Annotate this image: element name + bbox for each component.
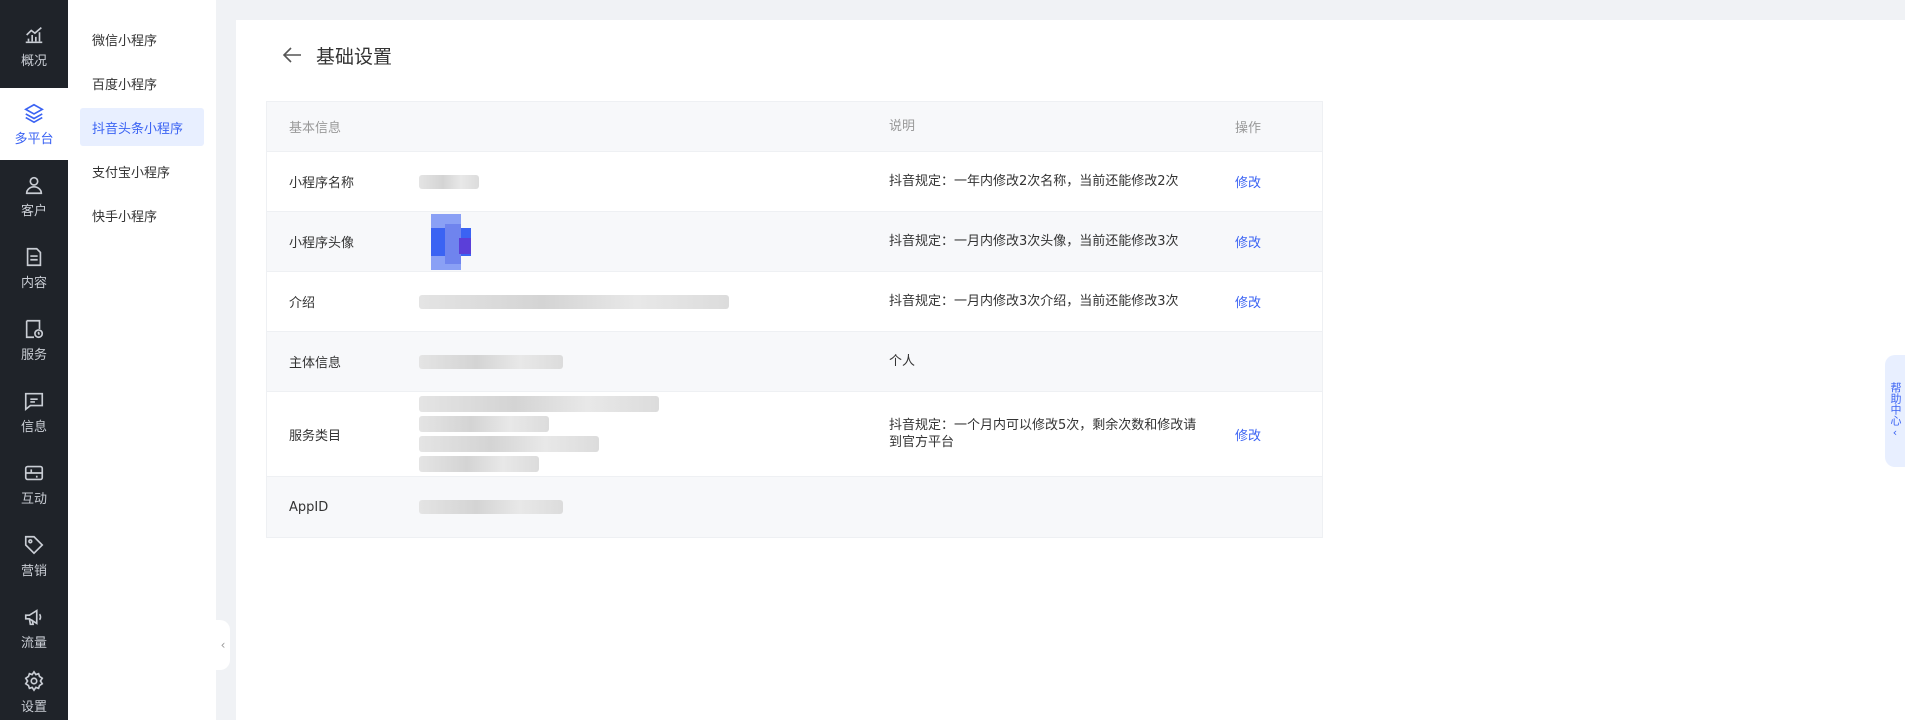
rail-item-customers[interactable]: 客户 <box>0 160 68 232</box>
rail-item-overview[interactable]: 概况 <box>0 10 68 82</box>
rail-item-label: 互动 <box>20 491 47 507</box>
row-desc: 抖音规定：一年内修改2次名称，当前还能修改2次 <box>889 174 1179 189</box>
column-header-op: 操作 <box>1235 121 1262 136</box>
chart-icon <box>25 26 43 43</box>
row-desc: 抖音规定：一个月内可以修改5次，剩余次数和修改请到官方平台 <box>889 418 1197 450</box>
megaphone-icon <box>24 608 42 625</box>
basic-info-table: 基本信息 说明 操作 小程序名称 抖音规定：一年内修改2次名称，当前还能修改2次… <box>266 101 1323 538</box>
rail-item-label: 客户 <box>20 203 47 219</box>
rail-item-settings[interactable]: 设置 <box>0 656 68 720</box>
edit-avatar-link[interactable]: 修改 <box>1235 212 1261 271</box>
redacted-subject-value <box>419 332 563 391</box>
row-desc: 个人 <box>889 354 916 369</box>
column-header-desc: 说明 <box>889 119 916 134</box>
rail-item-label: 多平台 <box>14 131 54 147</box>
rail-item-label: 内容 <box>20 275 47 291</box>
redacted-avatar-value <box>419 212 477 271</box>
row-desc: 抖音规定：一月内修改3次介绍，当前还能修改3次 <box>889 294 1179 309</box>
table-row: 服务类目 抖音规定：一个月内可以修改5次，剩余次数和修改请到官方平台 修改 <box>267 392 1322 477</box>
redacted-intro-value <box>419 272 729 331</box>
rail-item-messages[interactable]: 信息 <box>0 376 68 448</box>
page-header: 基础设置 <box>280 38 392 72</box>
chevron-left-icon: ‹ <box>1892 426 1898 439</box>
gear-icon <box>24 669 44 692</box>
main-nav-rail: 概况 多平台 客户 内容 服务 信息 互动 营销 流量 设置 <box>0 0 68 720</box>
submenu-item-douyin[interactable]: 抖音头条小程序 <box>80 108 204 146</box>
tag-icon <box>24 535 44 554</box>
message-icon <box>24 392 44 411</box>
submenu-item-baidu[interactable]: 百度小程序 <box>80 64 204 102</box>
user-icon <box>25 176 43 194</box>
rail-item-service[interactable]: 服务 <box>0 304 68 376</box>
edit-name-link[interactable]: 修改 <box>1235 152 1261 211</box>
redacted-category-value <box>419 392 659 476</box>
submenu-item-kuaishou[interactable]: 快手小程序 <box>80 196 204 234</box>
table-row: 小程序名称 抖音规定：一年内修改2次名称，当前还能修改2次 修改 <box>267 152 1322 212</box>
table-row: AppID <box>267 477 1322 537</box>
column-header-info: 基本信息 <box>289 121 342 136</box>
document-icon <box>26 247 42 266</box>
edit-category-link[interactable]: 修改 <box>1235 392 1261 476</box>
gamepad-icon <box>24 465 44 480</box>
collapse-submenu-handle[interactable]: ‹ <box>216 620 230 670</box>
submenu-item-wechat[interactable]: 微信小程序 <box>80 20 204 58</box>
platform-submenu: 微信小程序 百度小程序 抖音头条小程序 支付宝小程序 快手小程序 <box>68 0 216 720</box>
table-row: 小程序头像 抖音规定：一月内修改3次头像，当前还能修改3次 修改 <box>267 212 1322 272</box>
table-row: 介绍 抖音规定：一月内修改3次介绍，当前还能修改3次 修改 <box>267 272 1322 332</box>
layers-icon <box>24 103 44 123</box>
help-center-label: 帮助中心 <box>1889 382 1902 426</box>
rail-item-label: 流量 <box>20 635 47 651</box>
help-center-float-button[interactable]: 帮助中心 ‹ <box>1885 355 1905 467</box>
submenu-item-alipay[interactable]: 支付宝小程序 <box>80 152 204 190</box>
row-label: 小程序头像 <box>289 236 355 251</box>
page-title: 基础设置 <box>316 45 393 68</box>
rail-item-traffic[interactable]: 流量 <box>0 592 68 664</box>
table-header-row: 基本信息 说明 操作 <box>267 102 1322 152</box>
rail-item-multiplatform[interactable]: 多平台 <box>0 88 68 160</box>
rail-item-marketing[interactable]: 营销 <box>0 520 68 592</box>
row-label: 服务类目 <box>289 428 342 444</box>
row-label: 介绍 <box>289 296 316 311</box>
main-content: 基础设置 基本信息 说明 操作 小程序名称 抖音规定：一年内修改2次名称，当前还… <box>236 20 1905 720</box>
rail-item-label: 营销 <box>20 563 47 579</box>
rail-item-label: 信息 <box>20 419 47 435</box>
chevron-left-icon: ‹ <box>220 638 226 652</box>
row-desc: 抖音规定：一月内修改3次头像，当前还能修改3次 <box>889 234 1179 249</box>
rail-item-interaction[interactable]: 互动 <box>0 448 68 520</box>
rail-item-content[interactable]: 内容 <box>0 232 68 304</box>
back-arrow-icon[interactable] <box>280 43 304 67</box>
rail-item-label: 设置 <box>20 699 47 715</box>
rail-item-label: 概况 <box>20 53 47 69</box>
service-icon <box>25 319 44 338</box>
redacted-name-value <box>419 152 479 211</box>
row-label: AppID <box>289 499 329 515</box>
rail-item-label: 服务 <box>20 347 47 363</box>
redacted-appid-value <box>419 477 563 537</box>
table-row: 主体信息 个人 <box>267 332 1322 392</box>
row-label: 小程序名称 <box>289 176 355 191</box>
edit-intro-link[interactable]: 修改 <box>1235 272 1261 331</box>
row-label: 主体信息 <box>289 356 342 371</box>
